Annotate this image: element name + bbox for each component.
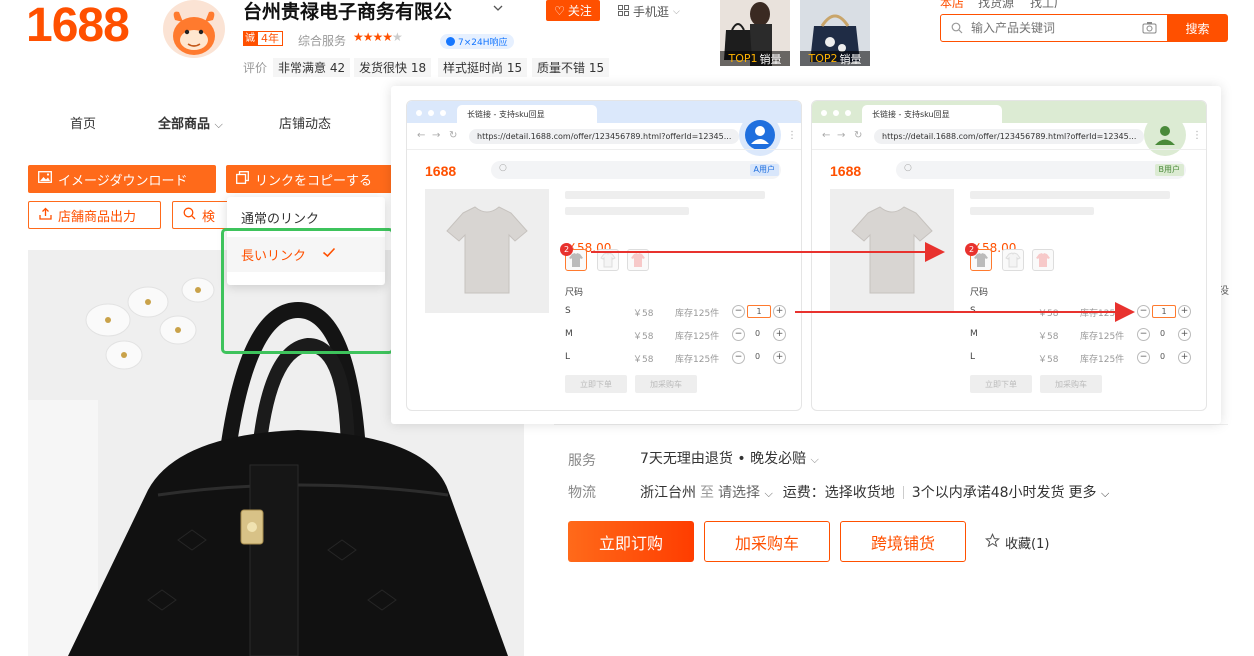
top-link-source[interactable]: 找货源 xyxy=(978,0,1014,11)
divider xyxy=(902,485,904,499)
mobile-browse[interactable]: 手机逛 ⌵ xyxy=(618,3,680,20)
export-products-button[interactable]: 店舗商品出力 xyxy=(28,201,161,229)
choose-text: 请选择 xyxy=(718,485,760,501)
search-icon xyxy=(951,19,963,38)
stars-text: ★★★★ xyxy=(353,30,393,44)
response-badge: 7×24H响应 xyxy=(440,34,514,49)
top-link-factory[interactable]: 找工厂 xyxy=(1030,0,1066,11)
add-to-cart-button[interactable]: 加采购车 xyxy=(704,521,830,562)
promise-text: 3个以内承诺48小时发货 xyxy=(911,485,1065,501)
service-text: 7天无理由退货 • 晚发必赔 xyxy=(640,451,807,467)
chevron-down-icon: ⌵ xyxy=(810,453,819,466)
copy-link-label: リンクをコピーする xyxy=(255,173,373,189)
camera-icon[interactable] xyxy=(1142,19,1157,38)
rank-text: TOP2 xyxy=(808,52,838,65)
favorite-button[interactable]: 收藏(1) xyxy=(984,532,1050,552)
more-toggle[interactable]: 更多 ⌵ xyxy=(1069,482,1110,502)
chevron-down-icon: ⌵ xyxy=(764,487,773,500)
rating-stars: ★★★★★ xyxy=(353,30,403,44)
origin-text: 浙江台州 xyxy=(640,485,696,501)
nav-all-products-label: 全部商品 xyxy=(158,117,211,132)
chevron-down-icon[interactable] xyxy=(492,2,504,18)
search-tool-label: 検 xyxy=(202,209,216,225)
search-icon xyxy=(183,207,196,224)
eval-tag: 样式挺时尚 15 xyxy=(438,58,528,77)
service-value[interactable]: 7天无理由退货 • 晚发必赔 ⌵ xyxy=(640,448,819,468)
rank-text: TOP1 xyxy=(728,52,758,65)
thumb-label: TOP1 销量 xyxy=(720,51,790,66)
rank-label: 销量 xyxy=(759,52,782,66)
freight-text: 运费：选择收货地 xyxy=(782,485,895,501)
heart-icon: ♡ xyxy=(554,3,565,18)
chevron-down-icon: ⌵ xyxy=(673,6,680,17)
divider xyxy=(554,424,1228,425)
rating-label: 综合服务 xyxy=(298,34,347,48)
top1-thumbnail[interactable]: TOP1 销量 xyxy=(720,0,790,66)
follow-label: 关注 xyxy=(567,4,592,18)
long-link-tutorial-panel: 长链接 - 支持sku回显 ← → ↻ https://detail.1688.… xyxy=(391,86,1221,424)
follow-button[interactable]: ♡ 关注 xyxy=(546,0,600,21)
eval-label: 评价 xyxy=(243,61,268,75)
year-badge: 诚 4年 xyxy=(243,31,283,46)
response-text: 7×24H响应 xyxy=(458,38,508,48)
more-text: 更多 xyxy=(1068,485,1097,501)
search-input[interactable] xyxy=(969,20,1133,36)
years-text: 4年 xyxy=(257,31,283,46)
image-download-button[interactable]: イメージダウンロード xyxy=(28,165,216,193)
chevron-down-icon: ⌵ xyxy=(214,118,223,131)
eval-tag: 非常满意 42 xyxy=(273,58,351,77)
mobile-label: 手机逛 xyxy=(633,5,670,19)
search-tool-button[interactable]: 検 xyxy=(172,201,232,229)
search-button[interactable]: 搜索 xyxy=(1167,14,1228,42)
rank-label: 销量 xyxy=(839,52,862,66)
qr-grid-icon xyxy=(618,4,629,19)
nav-shop-news[interactable]: 店铺动态 xyxy=(279,113,331,132)
cross-border-button[interactable]: 跨境铺货 xyxy=(840,521,966,562)
favorite-label: 收藏(1) xyxy=(1005,537,1050,552)
nav-home[interactable]: 首页 xyxy=(70,113,96,132)
image-icon xyxy=(38,171,52,187)
to-text: 至 xyxy=(700,485,714,501)
service-label: 服务 xyxy=(568,453,596,469)
sync-arrows xyxy=(591,242,1135,322)
chevron-down-icon: ⌵ xyxy=(1100,487,1110,500)
logistics-label: 物流 xyxy=(568,485,596,501)
clock-icon xyxy=(446,37,455,46)
export-products-label: 店舗商品出力 xyxy=(58,209,137,225)
shop-badge-icon: 诚 xyxy=(243,31,257,46)
image-download-label: イメージダウンロード xyxy=(58,173,188,189)
address-select[interactable]: 请选择 ⌵ xyxy=(718,482,773,502)
upload-icon xyxy=(39,207,52,224)
eval-tag: 质量不错 15 xyxy=(532,58,610,77)
thumb-label: TOP2 销量 xyxy=(800,51,870,66)
buy-now-button[interactable]: 立即订购 xyxy=(568,521,694,562)
search-box[interactable] xyxy=(940,14,1168,42)
highlight-box xyxy=(221,228,394,354)
site-logo[interactable]: 1688 xyxy=(26,0,130,52)
shop-name[interactable]: 台州贵禄电子商务有限公 xyxy=(243,0,452,24)
top-link-store[interactable]: 本店 xyxy=(940,0,964,11)
nav-all-products[interactable]: 全部商品 ⌵ xyxy=(158,113,223,132)
copy-icon xyxy=(236,170,249,188)
top2-thumbnail[interactable]: TOP2 销量 xyxy=(800,0,870,66)
copy-link-button[interactable]: リンクをコピーする xyxy=(226,165,396,193)
logistics-row: 浙江台州 至 请选择 ⌵ 运费：选择收货地 3个以内承诺48小时发货 更多 ⌵ xyxy=(640,482,1109,502)
star-outline-icon xyxy=(984,532,1001,552)
eval-tag: 发货很快 18 xyxy=(354,58,432,77)
shop-avatar[interactable] xyxy=(163,0,225,58)
